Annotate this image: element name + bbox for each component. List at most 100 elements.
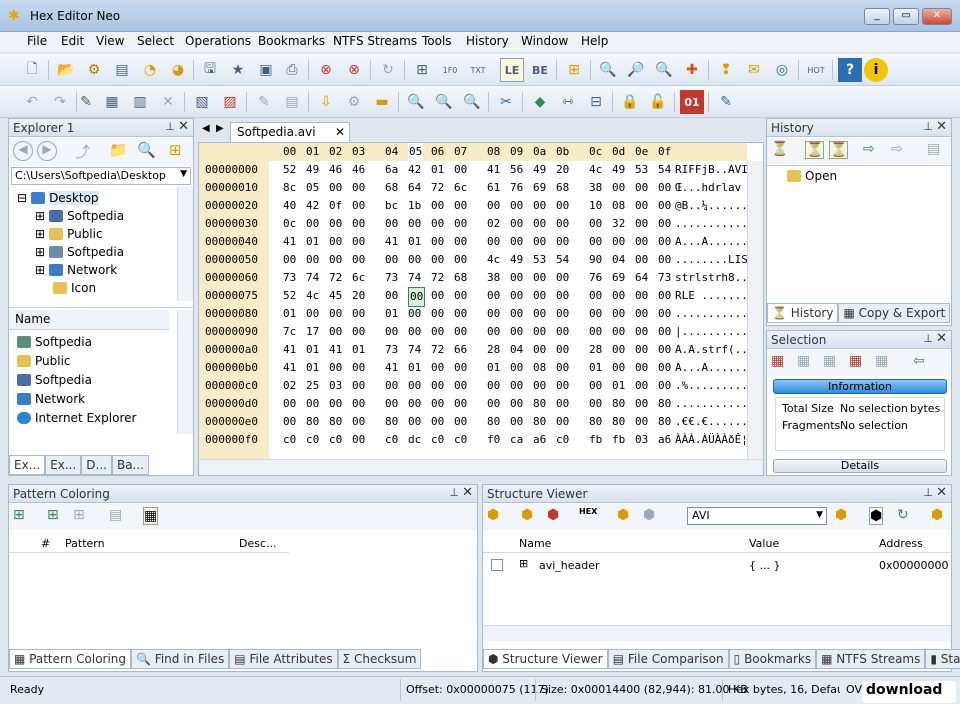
hex-byte[interactable]: 00 [556,197,569,215]
hex-byte[interactable]: 00 [283,251,296,269]
insert-icon[interactable]: ▦ [100,90,124,114]
hex-byte[interactable]: 00 [635,395,648,413]
open-recent-icon[interactable]: ◕ [166,58,190,82]
open-device-icon[interactable]: ⚙ [82,58,106,82]
hex-byte[interactable]: 00 [635,377,648,395]
hex-byte[interactable]: 01 [612,377,625,395]
hex-byte[interactable]: 00 [635,359,648,377]
hex-byte[interactable]: 46 [329,161,342,179]
hex-byte[interactable]: 00 [408,413,421,431]
hex-byte[interactable]: 00 [408,251,421,269]
hex-byte[interactable]: 00 [510,287,523,305]
history-mode-icon[interactable]: ⏳ [805,141,825,159]
select-goto-icon[interactable]: ⇦ [913,353,925,369]
hex-byte[interactable]: 00 [487,323,500,341]
maximize-button[interactable]: ▭ [893,8,919,25]
history-undo-icon[interactable]: ⏳ [771,141,788,157]
hex-byte[interactable]: 74 [408,269,421,287]
menu-file[interactable]: File [27,34,47,48]
hex-byte[interactable]: 00 [352,323,365,341]
hex-byte[interactable]: 68 [556,179,569,197]
hex-byte[interactable]: 00 [487,305,500,323]
view-1f0-icon[interactable]: 1F0 [438,58,462,82]
hex-byte[interactable]: 00 [658,377,671,395]
hex-byte[interactable]: 68 [454,269,467,287]
hex-byte[interactable]: 00 [329,359,342,377]
about-icon[interactable]: i [864,58,888,82]
hex-byte[interactable]: 4c [589,161,602,179]
hex-row[interactable]: 00000040 41 01 00 00 41 01 00 00 00 00 00 00 00 00 00 00… [199,233,748,251]
hex-byte[interactable]: 80 [612,413,625,431]
hex-byte[interactable]: 00 [352,431,365,449]
hex-byte[interactable]: 00 [329,179,342,197]
hex-byte[interactable]: 00 [589,395,602,413]
hex-byte[interactable]: 00 [556,341,569,359]
hex-row[interactable]: 00000030 0c 00 00 00 00 00 00 00 02 00 00 00 00 32 00 00… [199,215,748,233]
history-export-icon[interactable]: ▤ [927,141,940,157]
hex-byte[interactable]: 52 [283,161,296,179]
select-all-icon[interactable]: ▧ [190,90,214,114]
new-folder-icon[interactable]: 📁 [109,141,128,159]
hex-byte[interactable]: a6 [658,431,671,449]
hex-byte[interactable]: 72 [431,341,444,359]
hex-byte[interactable]: 00 [283,395,296,413]
hex-byte[interactable]: 00 [431,377,444,395]
hex-byte[interactable]: 01 [589,359,602,377]
hex-byte[interactable]: 41 [283,359,296,377]
menu-view[interactable]: View [96,34,124,48]
hex-row[interactable]: 00000060 73 74 72 6c 73 74 72 68 38 00 00 00 76 69 64 73… [199,269,748,287]
hex-row[interactable]: 000000a0 41 01 41 01 73 74 72 66 28 04 00 00 28 00 00 00… [199,341,748,359]
hex-byte[interactable]: 00 [658,305,671,323]
hex-byte[interactable]: 00 [431,305,444,323]
hex-byte[interactable]: 01 [408,233,421,251]
hex-byte[interactable]: 32 [612,215,625,233]
hex-byte[interactable]: 80 [487,413,500,431]
hex-byte[interactable]: 7c [283,323,296,341]
list-item[interactable]: Softpedia [17,335,92,349]
menu-tools[interactable]: Tools [422,34,452,48]
save-as-icon[interactable]: ★ [226,58,250,82]
hex-byte[interactable]: 03 [329,377,342,395]
hex-byte[interactable]: 53 [533,251,546,269]
hex-byte[interactable]: 00 [612,287,625,305]
pin-icon[interactable]: ⊥ [449,486,459,499]
hex-byte[interactable]: 40 [283,197,296,215]
hex-byte[interactable]: 00 [658,197,671,215]
tab-structure-viewer[interactable]: ⬢ Structure Viewer [483,649,608,669]
hex-byte[interactable]: 00 [510,359,523,377]
hex-byte[interactable]: 00 [487,197,500,215]
hex-byte[interactable]: 00 [533,323,546,341]
hex-byte[interactable]: 41 [283,233,296,251]
delete-icon[interactable]: ✕ [156,90,180,114]
hex-row[interactable]: 000000e0 00 80 80 00 80 00 00 00 80 00 80 00 80 80 00 80… [199,413,748,431]
close-button[interactable]: ✕ [922,8,952,25]
hex-text[interactable]: A...A...... [675,359,748,377]
hex-byte[interactable]: 00 [635,287,648,305]
close-panel-icon[interactable]: ✕ [178,119,189,134]
hex-byte[interactable]: 00 [454,359,467,377]
hex-byte[interactable]: 41 [283,341,296,359]
binary-icon[interactable]: 01 [680,90,704,114]
hex-byte[interactable]: 00 [612,341,625,359]
ruler-icon[interactable]: ▬ [370,90,394,114]
hex-byte[interactable]: 41 [329,341,342,359]
hex-byte[interactable]: 73 [658,269,671,287]
hex-row[interactable]: 00000050 00 00 00 00 00 00 00 00 4c 49 53 54 90 04 00 00… [199,251,748,269]
hex-byte[interactable]: c0 [306,431,319,449]
hex-byte[interactable]: 49 [510,251,523,269]
hex-byte[interactable]: 04 [612,251,625,269]
col-description[interactable]: Desc... [239,535,277,553]
hex-byte[interactable]: 69 [612,269,625,287]
hex-byte[interactable]: 80 [658,395,671,413]
tree-scrollbar[interactable] [177,187,193,301]
hex-byte[interactable]: 00 [329,305,342,323]
hex-byte[interactable]: a6 [533,431,546,449]
pin-icon[interactable]: ⊥ [923,486,933,499]
lock-icon[interactable]: 🔒 [618,90,642,114]
hex-row[interactable]: 000000f0 c0 c0 c0 00 c0 dc c0 c0 f0 ca a6 c0 fb fb 03 a6… [199,431,748,449]
hex-byte[interactable]: 00 [556,287,569,305]
export-icon[interactable]: ⇩ [314,90,338,114]
structure-apply-icon[interactable]: ⬢ [835,507,847,523]
hex-row[interactable]: 00000000 52 49 46 46 6a 42 01 00 41 56 49 20 4c 49 53 54… [199,161,748,179]
hex-byte[interactable]: 46 [352,161,365,179]
